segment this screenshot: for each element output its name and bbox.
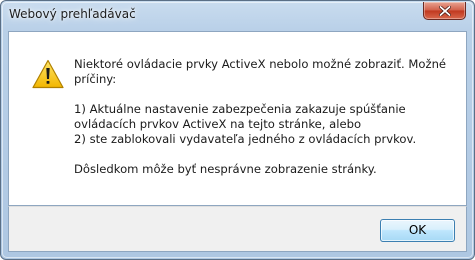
reason-1: 1) Aktuálne nastavenie zabezpečenia zaka… [74, 102, 406, 131]
warning-icon [32, 59, 64, 89]
message-consequence: Dôsledkom môže byť nesprávne zobrazenie … [74, 162, 377, 176]
close-button[interactable] [423, 2, 466, 20]
button-bar: OK [8, 206, 467, 252]
message-area: Niektoré ovládacie prvky ActiveX nebolo … [8, 31, 467, 206]
title-bar[interactable]: Webový prehľadávač [1, 1, 474, 31]
message-intro: Niektoré ovládacie prvky ActiveX nebolo … [74, 57, 447, 86]
message-text: Niektoré ovládacie prvky ActiveX nebolo … [74, 57, 459, 192]
close-icon [439, 6, 451, 16]
ok-button[interactable]: OK [380, 219, 455, 242]
reason-2: 2) ste zablokovali vydavateľa jedného z … [74, 132, 417, 146]
window-title: Webový prehľadávač [9, 7, 136, 21]
dialog-window: Webový prehľadávač Niektoré ovládacie pr… [0, 0, 475, 260]
